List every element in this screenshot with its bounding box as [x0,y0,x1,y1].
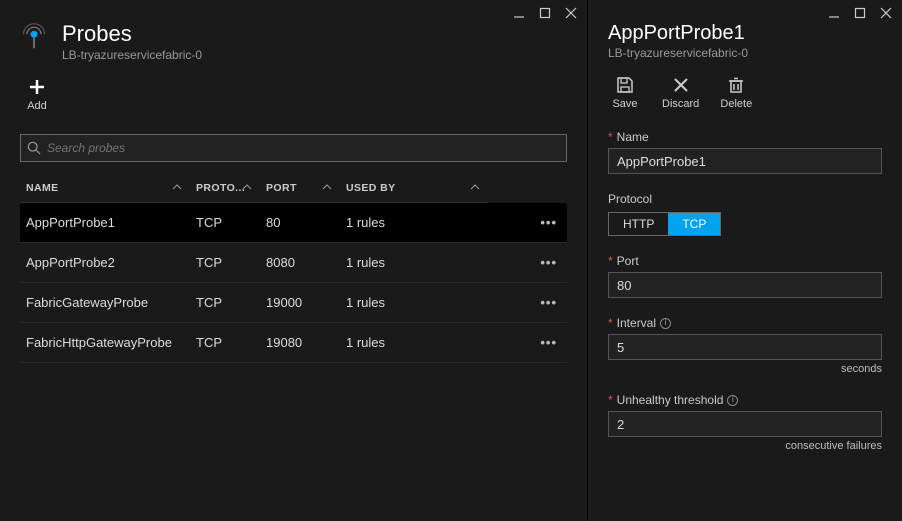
field-threshold: * Unhealthy threshold i consecutive fail… [608,393,882,452]
add-button[interactable]: Add [20,78,54,112]
save-button[interactable]: Save [608,76,642,110]
cell-protocol: TCP [190,243,260,283]
delete-label: Delete [720,98,752,110]
close-icon[interactable] [561,4,581,22]
row-actions[interactable]: ••• [488,323,567,363]
delete-button[interactable]: Delete [719,76,753,110]
field-protocol: Protocol HTTP TCP [608,192,882,236]
row-actions[interactable]: ••• [488,283,567,323]
table-row[interactable]: AppPortProbe2TCP80801 rules ••• [20,243,567,283]
cell-name: FabricHttpGatewayProbe [20,323,190,363]
cell-usedby: 1 rules [340,243,488,283]
page-title: Probes [62,22,202,46]
right-toolbar: Save Discard Delete [588,66,902,124]
protocol-option-http[interactable]: HTTP [609,213,668,235]
minimize-icon[interactable] [509,4,529,22]
close-icon[interactable] [876,4,896,22]
cell-port: 19080 [260,323,340,363]
interval-helper: seconds [608,363,882,375]
probes-table: NAME PROTO... PORT USED BY AppPortProbe1… [20,174,567,363]
save-label: Save [612,98,637,110]
table-row[interactable]: FabricHttpGatewayProbeTCP190801 rules ••• [20,323,567,363]
interval-label: Interval [617,316,656,330]
restore-icon[interactable] [535,4,555,22]
save-icon [616,76,634,94]
info-icon[interactable]: i [660,318,671,329]
left-titlebar [0,0,587,22]
add-label: Add [27,100,47,112]
protocol-option-tcp[interactable]: TCP [668,213,720,235]
field-port: * Port [608,254,882,298]
field-name: * Name [608,130,882,174]
more-icon[interactable]: ••• [540,215,557,230]
threshold-label: Unhealthy threshold [617,393,724,407]
cell-port: 80 [260,203,340,243]
protocol-toggle[interactable]: HTTP TCP [608,212,721,236]
row-actions[interactable]: ••• [488,243,567,283]
sort-icon [172,182,182,195]
more-icon[interactable]: ••• [540,335,557,350]
restore-icon[interactable] [850,4,870,22]
col-protocol[interactable]: PROTO... [190,174,260,203]
name-input[interactable] [608,148,882,174]
cell-protocol: TCP [190,323,260,363]
sort-icon [470,182,480,195]
row-actions[interactable]: ••• [488,203,567,243]
col-port[interactable]: PORT [260,174,340,203]
left-toolbar: Add [0,68,587,126]
protocol-label: Protocol [608,192,652,206]
more-icon[interactable]: ••• [540,295,557,310]
search-input[interactable] [47,141,566,155]
discard-button[interactable]: Discard [662,76,699,110]
port-label: Port [617,254,639,268]
discard-icon [672,76,690,94]
discard-label: Discard [662,98,699,110]
port-input[interactable] [608,272,882,298]
col-name[interactable]: NAME [20,174,190,203]
threshold-helper: consecutive failures [608,440,882,452]
table-row[interactable]: FabricGatewayProbeTCP190001 rules ••• [20,283,567,323]
search-input-wrapper[interactable] [20,134,567,162]
sort-icon [322,182,332,195]
sort-icon [242,182,252,195]
table-row[interactable]: AppPortProbe1TCP801 rules ••• [20,203,567,243]
cell-port: 8080 [260,243,340,283]
probe-detail-panel: AppPortProbe1 LB-tryazureservicefabric-0… [588,0,902,521]
name-label: Name [617,130,649,144]
delete-icon [727,76,745,94]
probes-list-panel: Probes LB-tryazureservicefabric-0 Add NA… [0,0,588,521]
minimize-icon[interactable] [824,4,844,22]
right-titlebar [588,0,902,22]
cell-usedby: 1 rules [340,323,488,363]
cell-name: AppPortProbe2 [20,243,190,283]
field-interval: * Interval i seconds [608,316,882,375]
cell-name: FabricGatewayProbe [20,283,190,323]
col-usedby[interactable]: USED BY [340,174,488,203]
more-icon[interactable]: ••• [540,255,557,270]
cell-protocol: TCP [190,203,260,243]
threshold-input[interactable] [608,411,882,437]
interval-input[interactable] [608,334,882,360]
right-header: AppPortProbe1 LB-tryazureservicefabric-0 [588,22,902,66]
probes-icon [20,22,48,50]
cell-port: 19000 [260,283,340,323]
page-subtitle: LB-tryazureservicefabric-0 [62,48,202,62]
left-header: Probes LB-tryazureservicefabric-0 [0,22,587,68]
detail-subtitle: LB-tryazureservicefabric-0 [608,46,748,60]
cell-protocol: TCP [190,283,260,323]
cell-usedby: 1 rules [340,203,488,243]
cell-name: AppPortProbe1 [20,203,190,243]
detail-title: AppPortProbe1 [608,22,748,44]
info-icon[interactable]: i [727,395,738,406]
search-icon [27,141,41,155]
cell-usedby: 1 rules [340,283,488,323]
